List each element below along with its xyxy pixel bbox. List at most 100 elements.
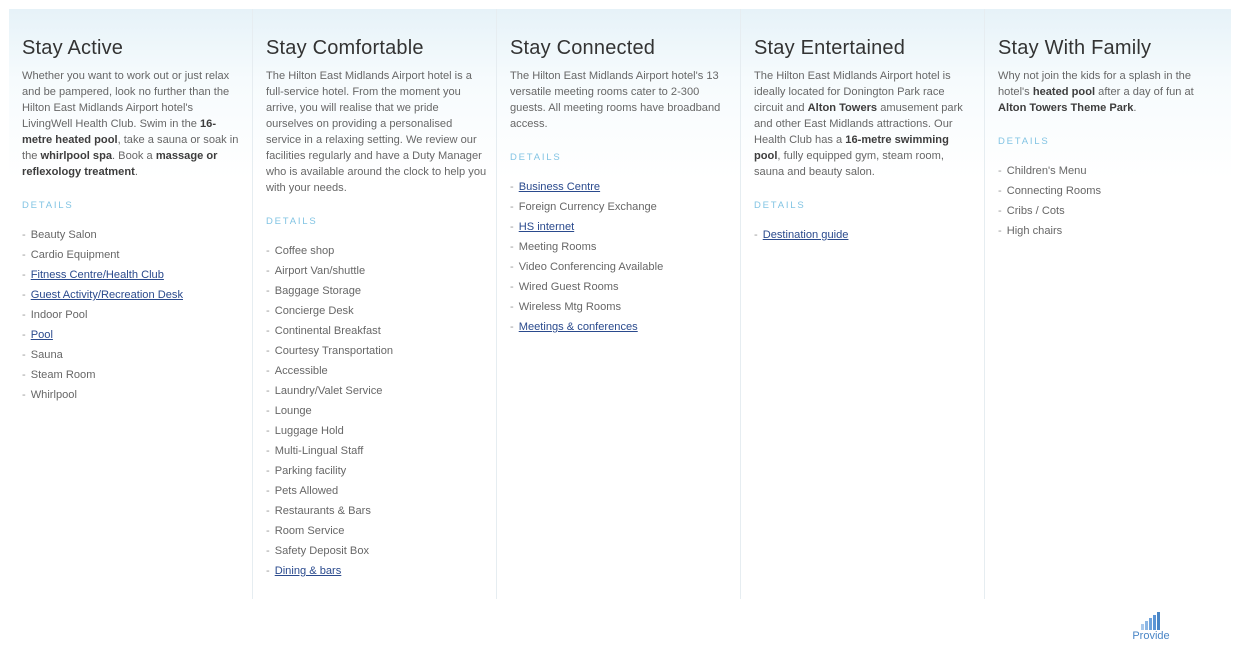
- bullet-dash: -: [266, 405, 270, 417]
- list-item: - Multi-Lingual Staff: [266, 441, 488, 461]
- list-item: - Steam Room: [22, 365, 244, 385]
- bullet-dash: -: [510, 181, 514, 193]
- amenities-panel: Stay Active Whether you want to work out…: [9, 9, 1231, 599]
- amenity-label: Multi-Lingual Staff: [274, 445, 364, 457]
- bullet-dash: -: [754, 229, 758, 241]
- amenity-link[interactable]: Fitness Centre/Health Club: [31, 269, 164, 281]
- amenity-link[interactable]: Guest Activity/Recreation Desk: [31, 289, 183, 301]
- bullet-dash: -: [22, 229, 26, 241]
- description-highlight: Alton Towers: [807, 102, 878, 114]
- list-item: - Cribs / Cots: [998, 201, 1221, 221]
- bullet-dash: -: [998, 225, 1002, 237]
- column-stay-entertained: Stay Entertained The Hilton East Midland…: [741, 9, 985, 599]
- bullet-dash: -: [510, 261, 514, 273]
- amenity-label: Restaurants & Bars: [274, 505, 371, 517]
- amenity-label: Lounge: [274, 405, 312, 417]
- provide-label: Provide: [1132, 630, 1170, 642]
- list-item: - Airport Van/shuttle: [266, 261, 488, 281]
- list-item: - Beauty Salon: [22, 225, 244, 245]
- list-item[interactable]: - Business Centre: [510, 177, 732, 197]
- column-description: Why not join the kids for a splash in th…: [998, 68, 1221, 116]
- column-stay-connected: Stay Connected The Hilton East Midlands …: [497, 9, 741, 599]
- bullet-dash: -: [266, 365, 270, 377]
- bullet-dash: -: [510, 301, 514, 313]
- amenity-link[interactable]: Dining & bars: [275, 565, 342, 577]
- column-title: Stay Active: [22, 37, 124, 59]
- column-description: Whether you want to work out or just rel…: [22, 68, 244, 180]
- bullet-dash: -: [22, 389, 26, 401]
- list-item[interactable]: - HS internet: [510, 217, 732, 237]
- provide-widget[interactable]: Provide: [1120, 612, 1182, 642]
- bullet-dash: -: [22, 349, 26, 361]
- list-item[interactable]: - Dining & bars: [266, 561, 488, 581]
- list-item: - Coffee shop: [266, 241, 488, 261]
- bullet-dash: -: [510, 321, 514, 333]
- bullet-dash: -: [510, 221, 514, 233]
- list-item: - Laundry/Valet Service: [266, 381, 488, 401]
- list-item: - Parking facility: [266, 461, 488, 481]
- amenity-label: Steam Room: [30, 369, 96, 381]
- bullet-dash: -: [510, 281, 514, 293]
- amenity-label: Luggage Hold: [274, 425, 344, 437]
- bullet-dash: -: [266, 385, 270, 397]
- description-text: after a day of fun at: [1095, 86, 1194, 98]
- amenity-label: Continental Breakfast: [274, 325, 381, 337]
- column-stay-with-family: Stay With Family Why not join the kids f…: [985, 9, 1229, 599]
- list-item: - Courtesy Transportation: [266, 341, 488, 361]
- amenity-link[interactable]: HS internet: [519, 221, 575, 233]
- list-item: - Children's Menu: [998, 161, 1221, 181]
- list-item: - Lounge: [266, 401, 488, 421]
- list-item: - Room Service: [266, 521, 488, 541]
- bullet-dash: -: [266, 425, 270, 437]
- bullet-dash: -: [998, 185, 1002, 197]
- amenity-link[interactable]: Meetings & conferences: [519, 321, 638, 333]
- bullet-dash: -: [510, 201, 514, 213]
- details-label: DETAILS: [998, 136, 1050, 147]
- bullet-dash: -: [266, 565, 270, 577]
- column-description: The Hilton East Midlands Airport hotel's…: [510, 68, 732, 132]
- bullet-dash: -: [998, 165, 1002, 177]
- amenity-link[interactable]: Destination guide: [763, 229, 849, 241]
- column-description: The Hilton East Midlands Airport hotel i…: [754, 68, 976, 180]
- list-item[interactable]: - Pool: [22, 325, 244, 345]
- list-item[interactable]: - Fitness Centre/Health Club: [22, 265, 244, 285]
- amenity-label: Laundry/Valet Service: [274, 385, 383, 397]
- column-title: Stay Entertained: [754, 37, 906, 59]
- amenity-label: Sauna: [30, 349, 63, 361]
- list-item: - Cardio Equipment: [22, 245, 244, 265]
- bullet-dash: -: [22, 269, 26, 281]
- bullet-dash: -: [266, 505, 270, 517]
- list-item[interactable]: - Guest Activity/Recreation Desk: [22, 285, 244, 305]
- list-item: - Safety Deposit Box: [266, 541, 488, 561]
- column-stay-active: Stay Active Whether you want to work out…: [9, 9, 253, 599]
- description-text: .: [134, 166, 138, 178]
- bullet-dash: -: [266, 465, 270, 477]
- amenity-label: Cardio Equipment: [30, 249, 120, 261]
- list-item: - Sauna: [22, 345, 244, 365]
- list-item: - Continental Breakfast: [266, 321, 488, 341]
- list-item: - Concierge Desk: [266, 301, 488, 321]
- list-item: - Wireless Mtg Rooms: [510, 297, 732, 317]
- bullet-dash: -: [510, 241, 514, 253]
- bullet-dash: -: [266, 285, 270, 297]
- list-item[interactable]: - Destination guide: [754, 225, 976, 245]
- list-item: - Foreign Currency Exchange: [510, 197, 732, 217]
- bullet-dash: -: [266, 345, 270, 357]
- description-text: , fully equipped gym, steam room, sauna …: [754, 150, 944, 178]
- amenity-label: Meeting Rooms: [518, 241, 597, 253]
- description-text: The Hilton East Midlands Airport hotel's…: [510, 70, 721, 130]
- amenity-list: - Beauty Salon - Cardio Equipment - Fitness C…: [22, 225, 244, 405]
- description-highlight: heated pool: [1032, 86, 1096, 98]
- amenity-link[interactable]: Business Centre: [519, 181, 600, 193]
- amenity-label: Courtesy Transportation: [274, 345, 394, 357]
- amenity-label: Cribs / Cots: [1006, 205, 1065, 217]
- amenity-link[interactable]: Pool: [31, 329, 53, 341]
- amenity-label: Video Conferencing Available: [518, 261, 664, 273]
- list-item: - High chairs: [998, 221, 1221, 241]
- list-item[interactable]: - Meetings & conferences: [510, 317, 732, 337]
- amenity-label: Safety Deposit Box: [274, 545, 370, 557]
- amenity-label: Children's Menu: [1006, 165, 1087, 177]
- amenity-label: Pets Allowed: [274, 485, 339, 497]
- bullet-dash: -: [22, 309, 26, 321]
- description-highlight: Alton Towers Theme Park: [998, 102, 1134, 114]
